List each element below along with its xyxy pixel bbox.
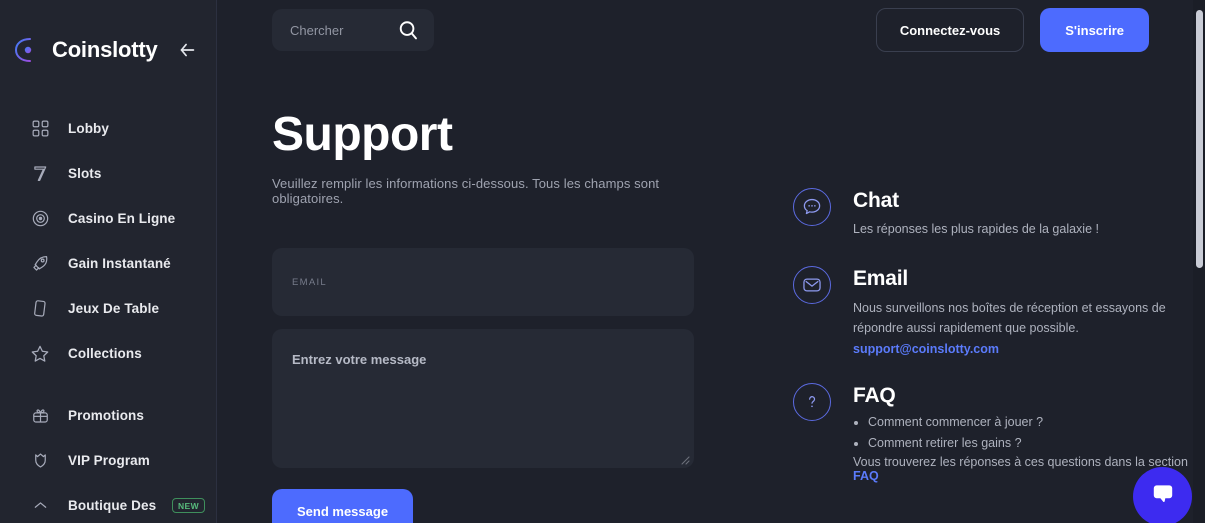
chevron-icon: [30, 496, 50, 516]
chat-widget-button[interactable]: [1133, 467, 1192, 523]
sidebar-item-label: Slots: [68, 166, 102, 181]
help-column: Chat Les réponses les plus rapides de la…: [793, 110, 1205, 523]
grid-squares-icon: [30, 119, 50, 139]
login-button[interactable]: Connectez-vous: [875, 8, 1025, 52]
message-textarea[interactable]: Entrez votre message: [272, 329, 694, 469]
help-faq: FAQ Comment commencer à jouer ? Comment …: [793, 383, 1205, 483]
sidebar-nav: Lobby Slots Casino En Ligne Gain Instant…: [0, 100, 216, 523]
sidebar-item-lobby[interactable]: Lobby: [0, 106, 216, 151]
question-circle-icon: [793, 383, 831, 422]
email-field-label: EMAIL: [292, 276, 328, 288]
brand-name: Coinslotty: [52, 37, 158, 62]
target-circle-icon: [30, 209, 50, 229]
star-icon: [30, 344, 50, 364]
list-item: Comment commencer à jouer ?: [868, 412, 1205, 432]
faq-link[interactable]: FAQ: [853, 469, 879, 483]
sidebar-item-vip-program[interactable]: VIP Program: [0, 438, 216, 483]
sidebar-item-label: Casino En Ligne: [68, 211, 176, 226]
search-input[interactable]: Chercher: [272, 9, 434, 51]
send-message-button[interactable]: Send message: [272, 489, 414, 523]
seven-slot-icon: [30, 164, 50, 184]
support-form-column: Support Veuillez remplir les information…: [272, 108, 695, 523]
sidebar-item-label: Promotions: [68, 408, 145, 423]
crown-shield-icon: [30, 451, 50, 471]
sidebar-item-label: Boutique Des: [68, 498, 157, 513]
message-placeholder: Entrez votre message: [292, 352, 427, 368]
help-chat-body: Chat Les réponses les plus rapides de la…: [853, 188, 1205, 239]
signup-button[interactable]: S'inscrire: [1040, 8, 1149, 52]
help-chat: Chat Les réponses les plus rapides de la…: [793, 188, 1205, 239]
topbar-actions: Connectez-vous S'inscrire: [875, 8, 1149, 52]
sidebar-item-label: Collections: [68, 346, 142, 361]
sidebar-item-label: Jeux De Table: [68, 301, 160, 316]
topbar: Chercher Connectez-vous S'inscrire: [217, 0, 1205, 60]
sidebar-item-promotions[interactable]: Promotions: [0, 393, 216, 438]
faq-footer-text: Vous trouverez les réponses à ces questi…: [853, 454, 1188, 469]
help-email-text: Nous surveillons nos boîtes de réception…: [853, 300, 1166, 335]
sidebar-divider-gap: [0, 376, 216, 393]
sidebar-item-label: Gain Instantané: [68, 256, 171, 271]
sidebar-item-slots[interactable]: Slots: [0, 151, 216, 196]
faq-question-list: Comment commencer à jouer ? Comment reti…: [868, 412, 1205, 453]
help-email: Email Nous surveillons nos boîtes de réc…: [793, 266, 1205, 356]
playing-card-icon: [30, 299, 50, 319]
sidebar-item-gain-instantane[interactable]: Gain Instantané: [0, 241, 216, 286]
scrollbar-thumb[interactable]: [1196, 10, 1203, 268]
help-email-title: Email: [853, 267, 909, 291]
sidebar-item-label: Lobby: [68, 121, 109, 136]
rocket-icon: [30, 254, 50, 274]
chat-bubble-icon: [1150, 481, 1176, 512]
arrow-left-icon[interactable]: [174, 37, 200, 63]
page-subtitle: Veuillez remplir les informations ci-des…: [272, 176, 660, 207]
page-title: Support: [272, 108, 453, 161]
help-chat-title: Chat: [853, 189, 899, 212]
help-email-body: Email Nous surveillons nos boîtes de réc…: [853, 266, 1205, 356]
sidebar-item-collections[interactable]: Collections: [0, 331, 216, 376]
help-faq-title: FAQ: [853, 384, 896, 408]
email-field[interactable]: EMAIL: [272, 248, 694, 317]
resize-handle-icon[interactable]: [678, 452, 690, 465]
search-placeholder: Chercher: [290, 22, 344, 38]
sidebar-item-boutique-des[interactable]: Boutique Des NEW: [0, 483, 216, 523]
app-root: Coinslotty Lobby Slots Casino En Ligne G…: [0, 0, 1205, 523]
status-badge: NEW: [171, 498, 205, 513]
sidebar-header: Coinslotty: [0, 0, 216, 100]
help-chat-text: Les réponses les plus rapides de la gala…: [853, 222, 1099, 237]
envelope-icon: [793, 266, 831, 305]
sidebar-item-label: VIP Program: [68, 453, 150, 468]
main-content: Chercher Connectez-vous S'inscrire Suppo…: [217, 0, 1205, 523]
search-icon[interactable]: [397, 19, 420, 42]
sidebar: Coinslotty Lobby Slots Casino En Ligne G…: [0, 0, 217, 523]
coinslotty-logo-icon: [10, 31, 44, 69]
list-item: Comment retirer les gains ?: [868, 433, 1205, 453]
chat-bubble-dots-icon: [793, 188, 831, 226]
sidebar-item-casino-en-ligne[interactable]: Casino En Ligne: [0, 196, 216, 241]
content-area: Support Veuillez remplir les information…: [217, 60, 1205, 523]
gift-icon: [30, 406, 50, 426]
scrollbar[interactable]: [1193, 0, 1205, 523]
sidebar-item-jeux-de-table[interactable]: Jeux De Table: [0, 286, 216, 331]
support-email-link[interactable]: support@coinslotty.com: [853, 342, 1205, 356]
